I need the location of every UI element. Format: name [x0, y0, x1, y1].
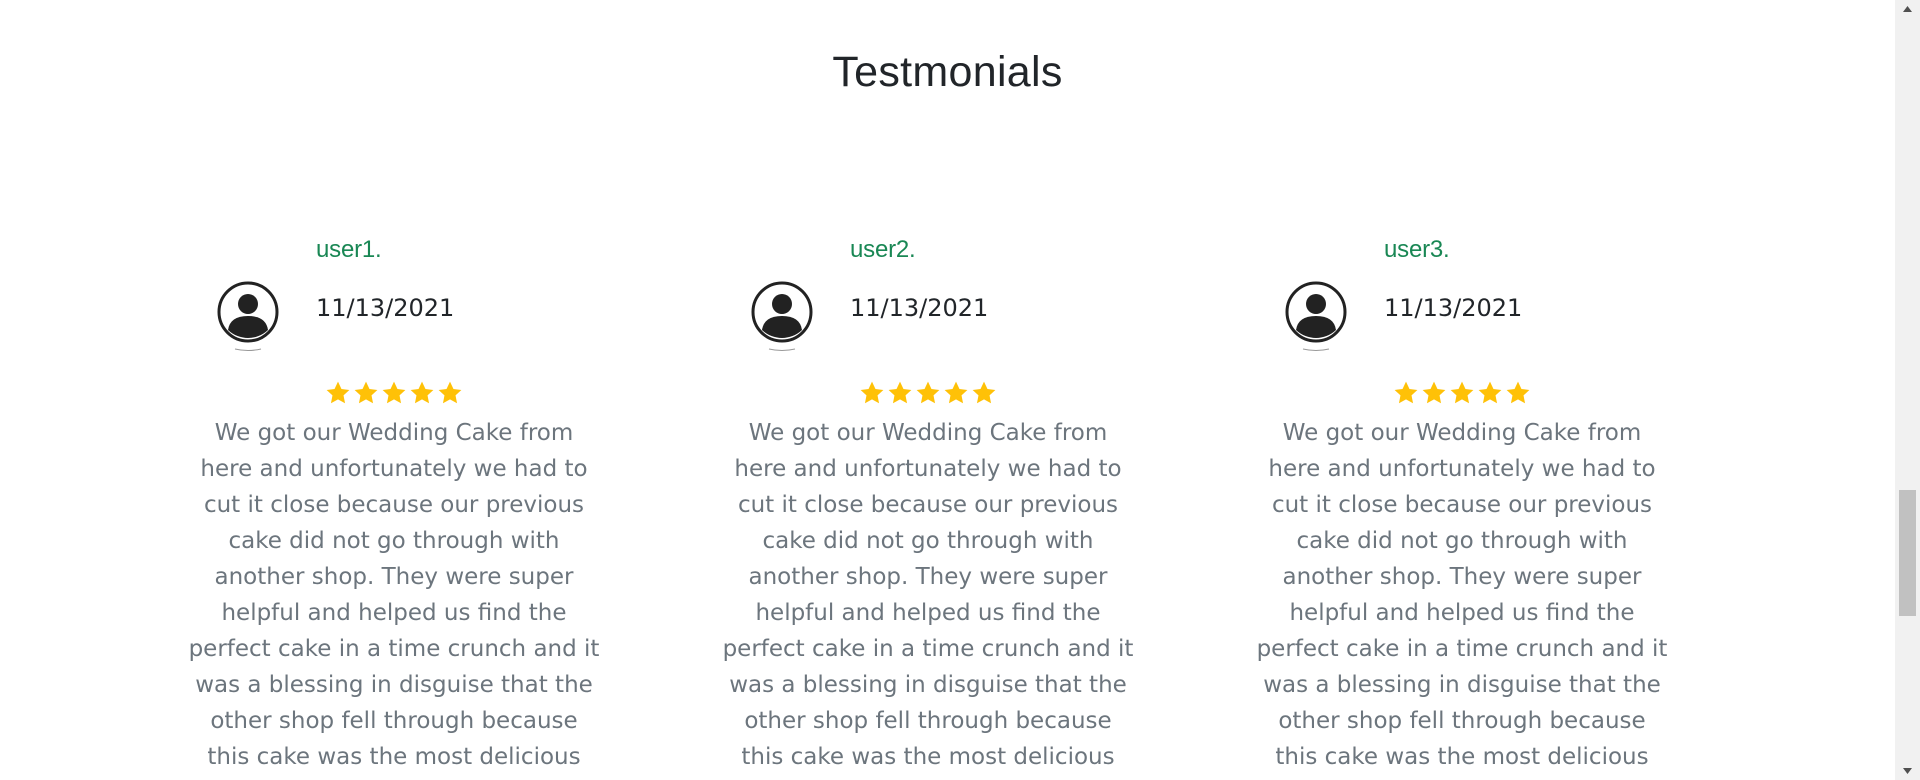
- scrollbar-thumb[interactable]: [1899, 490, 1916, 616]
- chevron-up-icon[interactable]: [1895, 0, 1920, 18]
- review-date: 11/13/2021: [1384, 294, 1523, 322]
- star-icon: [1422, 381, 1446, 404]
- star-rating: [661, 380, 1195, 420]
- review-text: We got our Wedding Cake from here and un…: [188, 420, 600, 770]
- star-icon: [944, 381, 968, 404]
- star-icon: [382, 381, 406, 404]
- star-rating: [1195, 380, 1729, 420]
- chevron-down-icon[interactable]: [1895, 762, 1920, 780]
- star-icon: [438, 381, 462, 404]
- star-icon: [354, 381, 378, 404]
- testimonials-section: Testmonials user1. 11/13/2021 We got our…: [0, 0, 1895, 780]
- review-text: We got our Wedding Cake from here and un…: [722, 420, 1134, 770]
- review-text: We got our Wedding Cake from here and un…: [1256, 420, 1668, 770]
- testimonial-header: user2. 11/13/2021: [661, 232, 1195, 351]
- star-icon: [1478, 381, 1502, 404]
- user-avatar-icon: [207, 256, 289, 354]
- user-name: user3.: [1384, 236, 1450, 263]
- user-name: user1.: [316, 236, 382, 263]
- review-date: 11/13/2021: [850, 294, 989, 322]
- section-title: Testmonials: [832, 48, 1063, 96]
- star-icon: [916, 381, 940, 404]
- user-name: user2.: [850, 236, 916, 263]
- star-icon: [410, 381, 434, 404]
- testimonial-header: user1. 11/13/2021: [127, 232, 661, 351]
- review-date: 11/13/2021: [316, 294, 455, 322]
- vertical-scrollbar[interactable]: [1895, 0, 1920, 780]
- star-icon: [972, 381, 996, 404]
- star-rating: [127, 380, 661, 420]
- testimonial-header: user3. 11/13/2021: [1195, 232, 1729, 351]
- star-icon: [326, 381, 350, 404]
- user-avatar-icon: [1275, 256, 1357, 354]
- testimonial-card: user2. 11/13/2021 We got our Wedding Cak…: [661, 232, 1195, 770]
- star-icon: [1450, 381, 1474, 404]
- star-icon: [1394, 381, 1418, 404]
- testimonial-card: user1. 11/13/2021 We got our Wedding Cak…: [127, 232, 661, 770]
- star-icon: [888, 381, 912, 404]
- testimonial-card: user3. 11/13/2021 We got our Wedding Cak…: [1195, 232, 1729, 770]
- star-icon: [1506, 381, 1530, 404]
- star-icon: [860, 381, 884, 404]
- page: Testmonials user1. 11/13/2021 We got our…: [0, 0, 1920, 780]
- user-avatar-icon: [741, 256, 823, 354]
